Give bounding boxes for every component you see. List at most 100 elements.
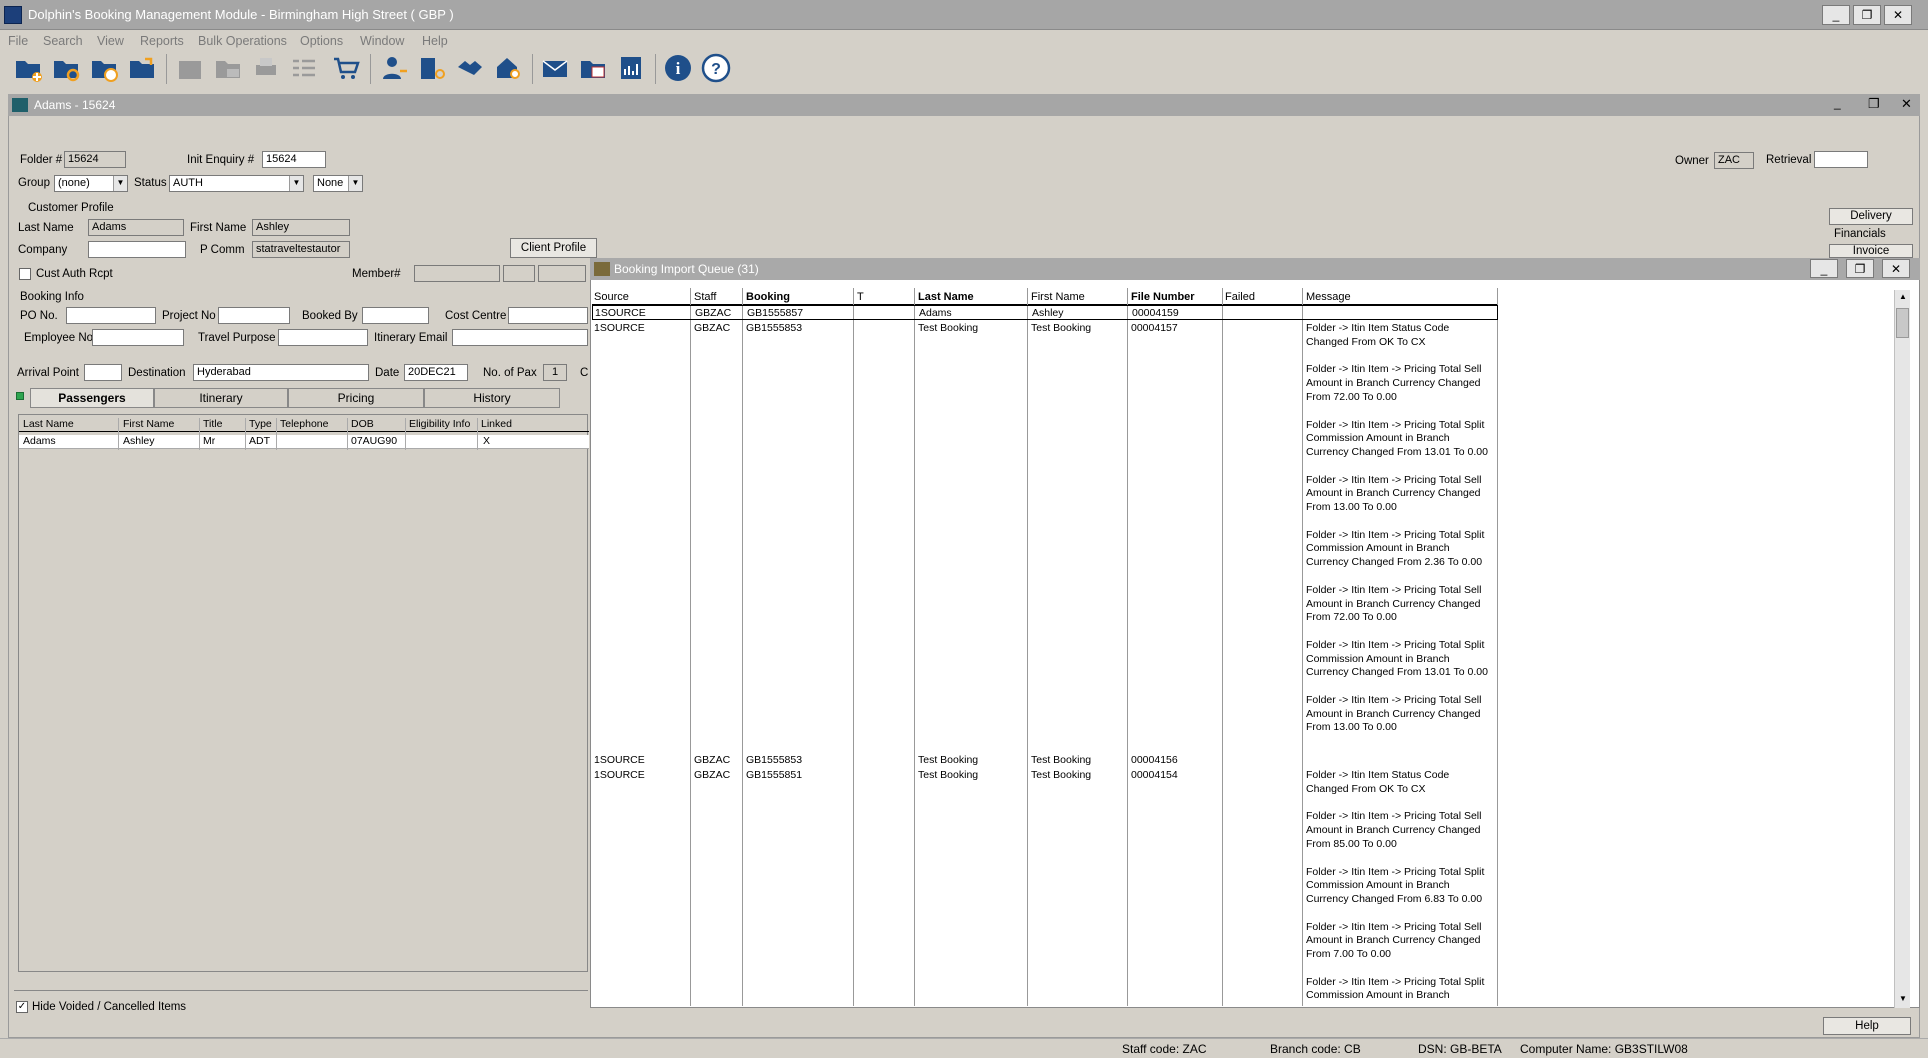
child-minimize-button[interactable]: _ xyxy=(1834,96,1841,110)
email-icon[interactable] xyxy=(537,50,573,86)
scroll-thumb[interactable] xyxy=(1896,308,1909,338)
column-header-last-name[interactable]: Last Name xyxy=(918,291,974,303)
table-row[interactable]: 1SOURCE GBZAC GB1555857 Adams Ashley 000… xyxy=(592,305,1498,320)
queue-minimize-button[interactable]: _ xyxy=(1810,259,1838,278)
queue-first-name: Ashley xyxy=(1032,307,1064,319)
hotel-search-icon[interactable] xyxy=(414,50,450,86)
property-search-icon[interactable] xyxy=(490,50,526,86)
date-label: Date xyxy=(375,367,400,379)
restore-button[interactable]: ❐ xyxy=(1853,5,1881,25)
message-line: Folder -> Itin Item -> Pricing Total Sel… xyxy=(1306,810,1482,850)
checklist-icon[interactable] xyxy=(286,50,322,86)
transfer-icon[interactable] xyxy=(575,50,611,86)
table-row[interactable]: Adams Ashley Mr ADT 07AUG90 X xyxy=(19,435,589,449)
status-branch: Branch code: CB xyxy=(1270,1042,1361,1056)
column-header[interactable]: Title xyxy=(203,418,222,430)
none-select[interactable]: None ▼ xyxy=(313,175,363,192)
child-close-button[interactable]: ✕ xyxy=(1901,96,1912,112)
menu-bulk-operations[interactable]: Bulk Operations xyxy=(198,34,287,48)
column-header-source[interactable]: Source xyxy=(594,291,629,303)
menu-help[interactable]: Help xyxy=(422,34,448,48)
print-icon[interactable] xyxy=(248,50,284,86)
queue-grid: Source Staff Booking T Last Name First N… xyxy=(592,288,1498,1006)
hide-voided-checkbox[interactable]: ✓ xyxy=(16,1001,28,1013)
delivery-button[interactable]: Delivery xyxy=(1829,208,1913,225)
column-header[interactable]: Eligibility Info xyxy=(409,418,470,430)
help-button[interactable]: Help xyxy=(1823,1017,1911,1035)
init-enquiry-field[interactable]: 15624 xyxy=(262,151,326,168)
column-header-first-name[interactable]: First Name xyxy=(1031,291,1085,303)
tab-pricing[interactable]: Pricing xyxy=(288,388,424,408)
cart-icon[interactable] xyxy=(328,50,364,86)
cust-auth-checkbox[interactable] xyxy=(19,268,31,280)
travel-purpose-field[interactable] xyxy=(278,329,368,346)
arrival-field[interactable] xyxy=(84,364,122,381)
menu-search[interactable]: Search xyxy=(43,34,83,48)
employee-field[interactable] xyxy=(92,329,184,346)
new-folder-icon[interactable] xyxy=(10,50,46,86)
column-header-failed[interactable]: Failed xyxy=(1225,291,1255,303)
menu-window[interactable]: Window xyxy=(360,34,404,48)
report-icon[interactable] xyxy=(613,50,649,86)
column-header[interactable]: DOB xyxy=(351,418,374,430)
table-row[interactable]: 1SOURCE GBZAC GB1555853 Test Booking Tes… xyxy=(592,321,1498,753)
menu-file[interactable]: File xyxy=(8,34,28,48)
queue-close-button[interactable]: ✕ xyxy=(1882,259,1910,278)
date-field[interactable]: 20DEC21 xyxy=(404,364,468,381)
column-header-booking[interactable]: Booking xyxy=(746,291,790,303)
open-folder-icon[interactable] xyxy=(124,50,160,86)
search-folder-icon[interactable] xyxy=(48,50,84,86)
po-field[interactable] xyxy=(66,307,156,324)
column-header-message[interactable]: Message xyxy=(1306,291,1351,303)
group-select[interactable]: (none) ▼ xyxy=(54,175,128,192)
booked-by-field[interactable] xyxy=(362,307,429,324)
invoice-button[interactable]: Invoice xyxy=(1829,244,1913,258)
recent-folder-icon[interactable] xyxy=(86,50,122,86)
client-profile-button[interactable]: Client Profile xyxy=(510,238,597,258)
retrieval-field[interactable] xyxy=(1814,151,1868,168)
mail-folder-icon[interactable] xyxy=(210,50,246,86)
column-header[interactable]: Last Name xyxy=(23,418,74,430)
tab-passengers[interactable]: Passengers xyxy=(30,388,154,408)
status-dsn: DSN: GB-BETA xyxy=(1418,1042,1502,1056)
minimize-button[interactable]: _ xyxy=(1822,5,1850,25)
menu-reports[interactable]: Reports xyxy=(140,34,184,48)
scroll-up-icon[interactable]: ▲ xyxy=(1896,290,1910,304)
table-row[interactable]: 1SOURCE GBZAC GB1555853 Test Booking Tes… xyxy=(592,754,1498,768)
chevron-down-icon[interactable]: ▼ xyxy=(113,176,127,191)
column-header[interactable]: First Name xyxy=(123,418,174,430)
cost-centre-field[interactable] xyxy=(508,307,588,324)
menu-view[interactable]: View xyxy=(97,34,124,48)
column-header-file-number[interactable]: File Number xyxy=(1131,291,1195,303)
chevron-down-icon[interactable]: ▼ xyxy=(289,176,303,191)
itinerary-email-field[interactable] xyxy=(452,329,588,346)
queue-staff: GBZAC xyxy=(695,307,732,319)
queue-grid-header: Source Staff Booking T Last Name First N… xyxy=(592,288,1498,305)
table-row[interactable]: 1SOURCE GBZAC GB1555851 Test Booking Tes… xyxy=(592,769,1498,1006)
company-field[interactable] xyxy=(88,241,186,258)
column-header[interactable]: Telephone xyxy=(280,418,328,430)
folder-number-field: 15624 xyxy=(64,151,126,168)
close-button[interactable]: ✕ xyxy=(1884,5,1912,25)
folders-icon[interactable] xyxy=(172,50,208,86)
status-select[interactable]: AUTH ▼ xyxy=(169,175,304,192)
project-field[interactable] xyxy=(218,307,290,324)
column-header[interactable]: Type xyxy=(249,418,272,430)
tab-itinerary[interactable]: Itinerary xyxy=(154,388,288,408)
destination-field[interactable]: Hyderabad xyxy=(193,364,369,381)
column-header[interactable]: Linked xyxy=(481,418,512,430)
help-icon[interactable]: ? xyxy=(698,50,734,86)
info-icon[interactable]: i xyxy=(660,50,696,86)
child-maximize-button[interactable]: ❐ xyxy=(1868,96,1880,112)
scroll-down-icon[interactable]: ▼ xyxy=(1896,992,1910,1006)
customer-icon[interactable] xyxy=(376,50,412,86)
queue-scrollbar[interactable]: ▲ ▼ xyxy=(1894,290,1910,1008)
chevron-down-icon[interactable]: ▼ xyxy=(348,176,362,191)
queue-maximize-button[interactable]: ❐ xyxy=(1846,259,1874,278)
column-header-staff[interactable]: Staff xyxy=(694,291,716,303)
handshake-icon[interactable] xyxy=(452,50,488,86)
tab-history[interactable]: History xyxy=(424,388,560,408)
column-header-t[interactable]: T xyxy=(857,291,864,303)
menu-options[interactable]: Options xyxy=(300,34,343,48)
status-value: AUTH xyxy=(173,177,203,189)
